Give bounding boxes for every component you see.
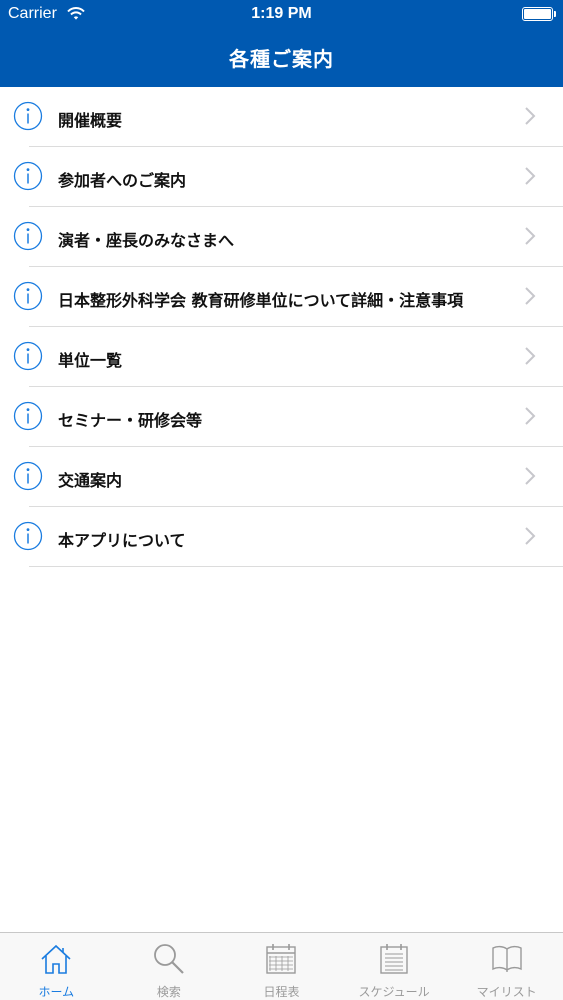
list-item[interactable]: 演者・座長のみなさまへ xyxy=(0,207,563,267)
row-separator xyxy=(29,566,563,567)
schedule-icon xyxy=(380,944,408,974)
battery-icon xyxy=(522,7,553,21)
tab-label: マイリスト xyxy=(476,985,537,999)
page-title: 各種ご案内 xyxy=(229,47,334,71)
chevron-right-icon xyxy=(525,527,536,545)
list-item[interactable]: 参加者へのご案内 xyxy=(0,147,563,207)
search-icon xyxy=(153,944,184,974)
info-icon xyxy=(13,281,43,311)
navigation-bar: Carrier 1:19 PM 各種ご案内 xyxy=(0,0,563,87)
list-item[interactable]: 本アプリについて xyxy=(0,507,563,567)
list-item[interactable]: セミナー・研修会等 xyxy=(0,387,563,447)
chevron-right-icon xyxy=(525,347,536,365)
chevron-right-icon xyxy=(525,167,536,185)
tab-label: スケジュール xyxy=(358,985,430,999)
chevron-right-icon xyxy=(525,287,536,305)
chevron-right-icon xyxy=(525,467,536,485)
chevron-right-icon xyxy=(525,107,536,125)
list-item[interactable]: 交通案内 xyxy=(0,447,563,507)
chevron-right-icon xyxy=(525,407,536,425)
info-icon xyxy=(13,461,43,491)
tab-search[interactable]: 検索 xyxy=(113,933,226,1000)
home-icon xyxy=(41,944,71,974)
tab-label: 検索 xyxy=(156,985,181,999)
list-item-label: 単位一覧 xyxy=(58,351,123,370)
info-icon xyxy=(13,101,43,131)
tab-label: ホーム xyxy=(38,985,75,999)
list-item[interactable]: 開催概要 xyxy=(0,87,563,147)
tab-book[interactable]: マイリスト xyxy=(450,933,563,1000)
tab-bar: ホーム 検索 日程表 スケジュール マイリスト xyxy=(0,932,563,1000)
list-item-label: 本アプリについて xyxy=(58,531,186,550)
list-item[interactable]: 日本整形外科学会 教育研修単位について詳細・注意事項 xyxy=(0,267,563,327)
calendar-icon xyxy=(266,944,297,974)
status-bar: Carrier 1:19 PM xyxy=(0,0,563,30)
info-icon xyxy=(13,341,43,371)
info-icon xyxy=(13,161,43,191)
list-item-label: 開催概要 xyxy=(58,111,123,130)
battery-tip xyxy=(554,11,556,17)
book-icon xyxy=(491,945,522,972)
list-item-label: 日本整形外科学会 教育研修単位について詳細・注意事項 xyxy=(58,291,464,310)
tab-home[interactable]: ホーム xyxy=(0,933,113,1000)
list-item[interactable]: 単位一覧 xyxy=(0,327,563,387)
tab-calendar[interactable]: 日程表 xyxy=(225,933,338,1000)
clock: 1:19 PM xyxy=(251,5,312,22)
info-icon xyxy=(13,221,43,251)
list-item-label: 交通案内 xyxy=(58,471,123,490)
info-list: 開催概要 参加者へのご案内 演者・座長のみなさまへ 日本整形外科学会 教育研修単… xyxy=(0,87,563,567)
list-item-label: 演者・座長のみなさまへ xyxy=(58,231,235,250)
list-item-label: 参加者へのご案内 xyxy=(58,171,187,190)
chevron-right-icon xyxy=(525,227,536,245)
info-icon xyxy=(13,401,43,431)
info-icon xyxy=(13,521,43,551)
tab-schedule[interactable]: スケジュール xyxy=(338,933,451,1000)
list-item-label: セミナー・研修会等 xyxy=(58,411,203,430)
tab-label: 日程表 xyxy=(263,985,300,999)
